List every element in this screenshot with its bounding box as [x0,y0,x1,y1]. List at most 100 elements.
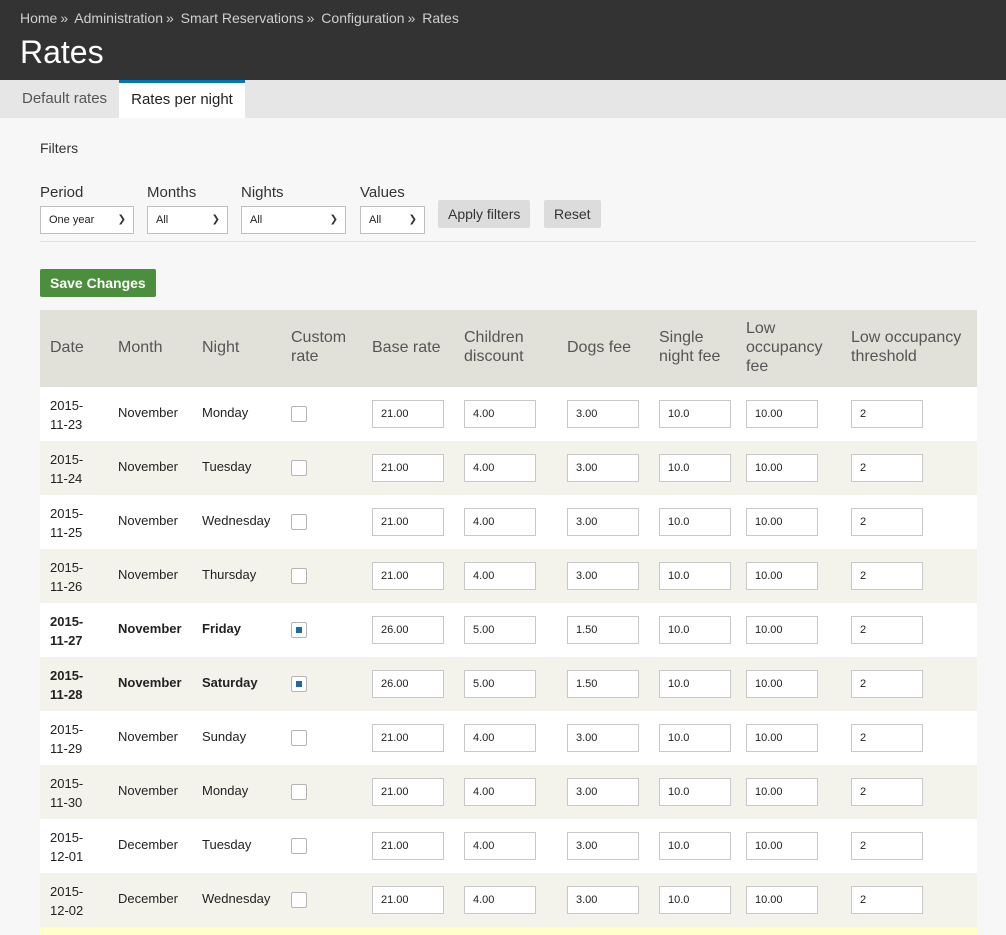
breadcrumb-administration[interactable]: Administration [74,10,163,26]
table-row: 2015- 11-24 November Tuesday 21.00 4.00 3.00 10… [40,441,977,495]
values-select[interactable]: All ❯ [360,206,425,234]
dogs-fee-input[interactable]: 3.00 [567,400,639,428]
children-discount-input[interactable]: 4.00 [464,778,536,806]
single-night-fee-input[interactable]: 10.0 [659,454,731,482]
month-cell: November [118,675,182,690]
custom-rate-checkbox[interactable] [291,730,307,746]
dogs-fee-input[interactable]: 3.00 [567,724,639,752]
date-cell: 2015- 11-25 [50,504,110,542]
low-occupancy-fee-input[interactable]: 10.00 [746,724,818,752]
base-rate-input[interactable]: 21.00 [372,724,444,752]
children-discount-input[interactable]: 4.00 [464,832,536,860]
children-discount-input[interactable]: 5.00 [464,616,536,644]
low-occupancy-fee-input[interactable]: 10.00 [746,508,818,536]
single-night-fee-input[interactable]: 10.0 [659,400,731,428]
breadcrumb-rates[interactable]: Rates [422,10,459,26]
children-discount-input[interactable]: 4.00 [464,508,536,536]
base-rate-input[interactable]: 21.00 [372,562,444,590]
breadcrumb-smart-reservations[interactable]: Smart Reservations [181,10,304,26]
single-night-fee-input[interactable]: 10.0 [659,670,731,698]
single-night-fee-input[interactable]: 10.0 [659,886,731,914]
single-night-fee-input[interactable]: 10.0 [659,508,731,536]
breadcrumb-home[interactable]: Home [20,10,57,26]
dogs-fee-input[interactable]: 1.50 [567,616,639,644]
single-night-fee-input[interactable]: 10.0 [659,562,731,590]
months-select[interactable]: All ❯ [147,206,228,234]
custom-rate-checkbox[interactable] [291,460,307,476]
single-night-fee-input[interactable]: 10.0 [659,724,731,752]
custom-rate-checkbox[interactable] [291,406,307,422]
children-discount-input[interactable]: 4.00 [464,454,536,482]
chevron-down-icon: ❯ [329,214,338,225]
low-occupancy-threshold-input[interactable]: 2 [851,724,923,752]
children-discount-input[interactable]: 5.00 [464,670,536,698]
tab-rates-per-night[interactable]: Rates per night [119,80,245,118]
table-header: Date Month Night Custom rate Base rate C… [40,310,977,387]
month-cell: November [118,513,178,528]
custom-rate-checkbox[interactable] [291,784,307,800]
low-occupancy-threshold-input[interactable]: 2 [851,670,923,698]
base-rate-input[interactable]: 21.00 [372,400,444,428]
low-occupancy-fee-input[interactable]: 10.00 [746,670,818,698]
low-occupancy-threshold-input[interactable]: 2 [851,616,923,644]
base-rate-input[interactable]: 21.00 [372,886,444,914]
header-single-night-fee: Single night fee [659,329,721,365]
dogs-fee-input[interactable]: 1.50 [567,670,639,698]
low-occupancy-fee-input[interactable]: 10.00 [746,832,818,860]
dogs-fee-input[interactable]: 3.00 [567,886,639,914]
low-occupancy-threshold-input[interactable]: 2 [851,562,923,590]
custom-rate-checkbox[interactable] [291,622,307,638]
custom-rate-checkbox[interactable] [291,514,307,530]
dogs-fee-input[interactable]: 3.00 [567,832,639,860]
custom-rate-checkbox[interactable] [291,892,307,908]
header-dogs-fee: Dogs fee [567,339,632,356]
low-occupancy-fee-input[interactable]: 10.00 [746,778,818,806]
breadcrumb-configuration[interactable]: Configuration [321,10,404,26]
single-night-fee-input[interactable]: 10.0 [659,616,731,644]
apply-filters-button[interactable]: Apply filters [438,200,531,228]
breadcrumb-separator: » [407,10,416,26]
date-day: 11-23 [50,417,83,432]
dogs-fee-input[interactable]: 3.00 [567,562,639,590]
low-occupancy-fee-input[interactable]: 10.00 [746,886,818,914]
date-cell: 2015- 12-02 [50,882,110,920]
night-cell: Saturday [202,675,258,690]
dogs-fee-input[interactable]: 3.00 [567,778,639,806]
children-discount-input[interactable]: 4.00 [464,724,536,752]
children-discount-input[interactable]: 4.00 [464,562,536,590]
breadcrumb-separator: » [165,10,174,26]
low-occupancy-threshold-input[interactable]: 2 [851,886,923,914]
single-night-fee-input[interactable]: 10.0 [659,832,731,860]
dogs-fee-input[interactable]: 3.00 [567,454,639,482]
base-rate-input[interactable]: 21.00 [372,778,444,806]
base-rate-input[interactable]: 21.00 [372,454,444,482]
low-occupancy-threshold-input[interactable]: 2 [851,508,923,536]
chevron-down-icon: ❯ [408,214,417,225]
single-night-fee-input[interactable]: 10.0 [659,778,731,806]
custom-rate-checkbox[interactable] [291,838,307,854]
low-occupancy-threshold-input[interactable]: 2 [851,832,923,860]
date-day: 11-24 [50,471,83,486]
children-discount-input[interactable]: 4.00 [464,400,536,428]
base-rate-input[interactable]: 21.00 [372,508,444,536]
children-discount-input[interactable]: 4.00 [464,886,536,914]
period-select[interactable]: One year ❯ [40,206,134,234]
custom-rate-checkbox[interactable] [291,676,307,692]
base-rate-input[interactable]: 26.00 [372,616,444,644]
reset-button[interactable]: Reset [544,200,601,228]
table-footer-strip [40,928,977,935]
nights-select[interactable]: All ❯ [241,206,346,234]
low-occupancy-fee-input[interactable]: 10.00 [746,616,818,644]
base-rate-input[interactable]: 26.00 [372,670,444,698]
tab-default-rates[interactable]: Default rates [10,80,119,118]
low-occupancy-fee-input[interactable]: 10.00 [746,400,818,428]
base-rate-input[interactable]: 21.00 [372,832,444,860]
low-occupancy-threshold-input[interactable]: 2 [851,454,923,482]
low-occupancy-threshold-input[interactable]: 2 [851,400,923,428]
low-occupancy-threshold-input[interactable]: 2 [851,778,923,806]
dogs-fee-input[interactable]: 3.00 [567,508,639,536]
save-changes-button[interactable]: Save Changes [40,269,156,297]
low-occupancy-fee-input[interactable]: 10.00 [746,454,818,482]
custom-rate-checkbox[interactable] [291,568,307,584]
low-occupancy-fee-input[interactable]: 10.00 [746,562,818,590]
